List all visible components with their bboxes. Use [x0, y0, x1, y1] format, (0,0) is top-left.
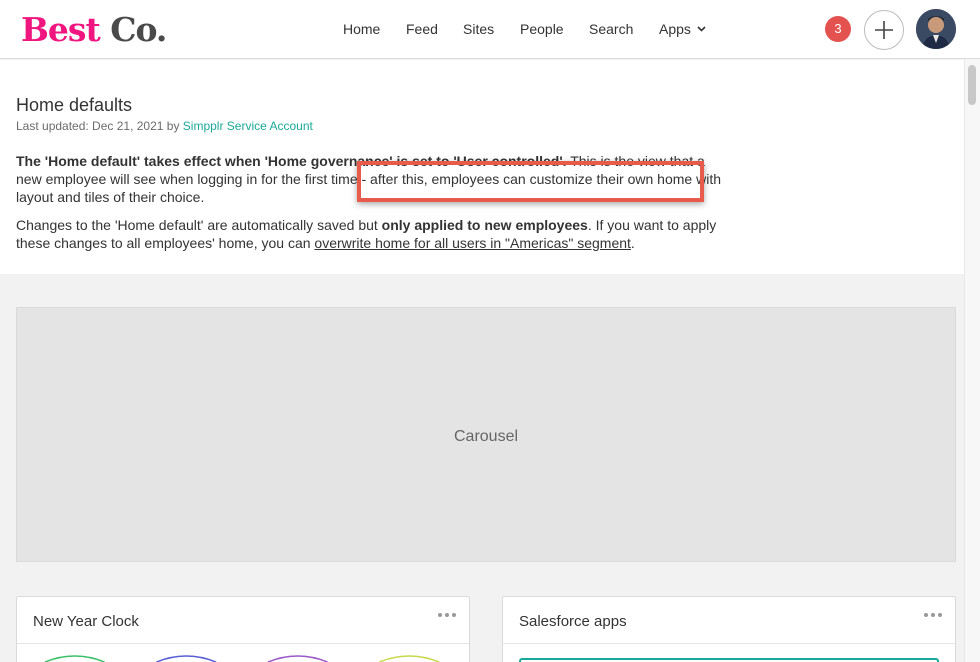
tile-salesforce-apps: Salesforce apps: [502, 596, 956, 662]
carousel-placeholder: Carousel: [16, 307, 956, 562]
salesforce-app-box[interactable]: [519, 658, 939, 662]
page-title: Home defaults: [16, 95, 133, 115]
notification-badge[interactable]: 3: [825, 16, 851, 42]
user-avatar-icon: [916, 9, 956, 49]
last-updated-text: Last updated: Dec 21, 2021 by: [16, 119, 180, 133]
carousel-label: Carousel: [453, 428, 519, 445]
nav-search[interactable]: Search: [589, 20, 633, 38]
home-default-description: The 'Home default' takes effect when 'Ho…: [16, 152, 726, 206]
nav-apps[interactable]: Apps: [659, 20, 706, 38]
company-logo[interactable]: Best Co.: [21, 11, 167, 49]
tile-title: New Year Clock: [33, 613, 139, 630]
changes-description: Changes to the 'Home default' are automa…: [16, 216, 726, 252]
nav-feed[interactable]: Feed: [406, 20, 438, 38]
overwrite-home-link[interactable]: overwrite home for all users in "America…: [314, 235, 631, 251]
scrollbar-thumb[interactable]: [968, 65, 976, 105]
updated-by-link[interactable]: Simpplr Service Account: [183, 119, 313, 133]
changes-end: .: [630, 235, 635, 251]
user-avatar[interactable]: [916, 9, 956, 49]
page-scrollbar[interactable]: [964, 59, 980, 662]
nav-apps-label: Apps: [659, 21, 691, 37]
chevron-down-icon: [697, 26, 706, 32]
page-header-section: Home defaults Last updated: Dec 21, 2021…: [0, 60, 964, 274]
more-horizontal-icon[interactable]: [437, 607, 457, 623]
changes-bold: only applied to new employees: [381, 217, 588, 233]
tile-title: Salesforce apps: [519, 613, 627, 630]
plus-icon: [875, 21, 893, 39]
description-bold: The 'Home default' takes effect when 'Ho…: [16, 153, 567, 169]
nav-people[interactable]: People: [520, 20, 564, 38]
tile-divider: [503, 643, 955, 644]
more-horizontal-icon[interactable]: [923, 607, 943, 623]
nav-home[interactable]: Home: [343, 20, 380, 38]
nav-sites[interactable]: Sites: [463, 20, 494, 38]
changes-start: Changes to the 'Home default' are automa…: [16, 217, 382, 233]
add-button[interactable]: [864, 10, 904, 50]
clock-faces: [44, 655, 440, 662]
top-navigation-bar: Best Co. Home Feed Sites People Search A…: [0, 0, 980, 59]
last-updated-info: Last updated: Dec 21, 2021 by Simpplr Se…: [16, 119, 313, 133]
tile-new-year-clock: New Year Clock: [16, 596, 470, 662]
